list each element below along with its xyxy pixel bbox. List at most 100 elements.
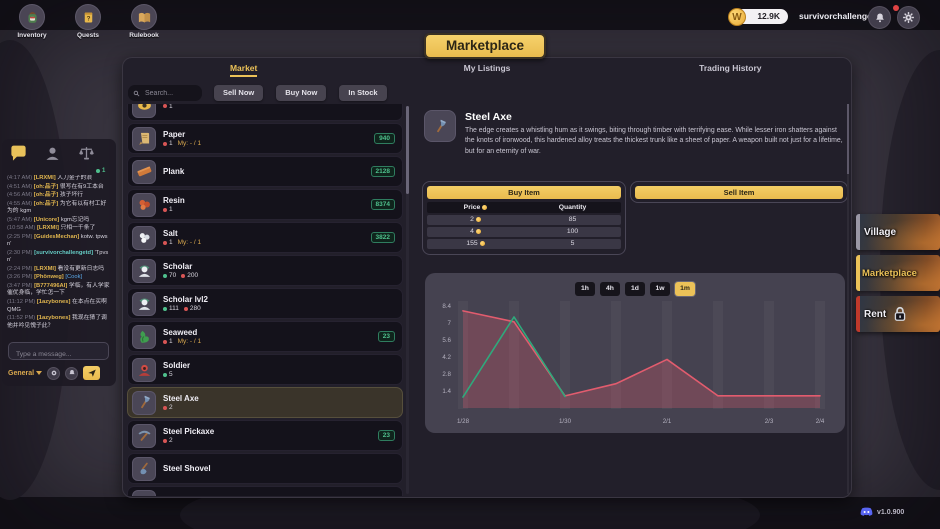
online-indicator: 1: [96, 168, 105, 174]
soldier-icon: [132, 358, 156, 382]
item-row-scholar[interactable]: Scholar70200: [127, 255, 403, 286]
paper-icon: [132, 127, 156, 151]
chat-message: (3:47 PM) [B777496AI] 学临，有人学家催优身临，学忙怎一下: [7, 283, 111, 298]
svg-text:2/1: 2/1: [663, 418, 672, 425]
item-row-steel-axe[interactable]: Steel Axe2: [127, 387, 403, 418]
search-icon: [133, 90, 140, 97]
svg-text:4.2: 4.2: [442, 354, 451, 361]
channel-selector[interactable]: General: [8, 370, 42, 377]
item-row-plank[interactable]: Plank2128: [127, 156, 403, 187]
svg-text:2.8: 2.8: [442, 371, 451, 378]
time-range-1m[interactable]: 1m: [675, 282, 695, 296]
top-nav-label: Quests: [66, 32, 110, 39]
location-nav: Village Marketplace Rent: [856, 214, 940, 337]
eye-icon: [132, 104, 156, 118]
item-name: Steel Axe: [163, 394, 395, 403]
svg-text:?: ?: [86, 15, 90, 22]
nav-label: Village: [864, 227, 896, 238]
chat-message: (11:52 PM) [1azybones] 我现在猜了调他并吟见愧子此？: [7, 315, 111, 330]
price-chart[interactable]: 1.42.84.25.678.41/281/302/12/32/4: [425, 273, 845, 433]
stock-badge: 23: [378, 430, 395, 441]
search-input[interactable]: [143, 89, 199, 98]
discord-icon: [860, 507, 873, 517]
axe-icon: [132, 391, 156, 415]
order-row[interactable]: 4100: [427, 227, 621, 237]
search-box[interactable]: [128, 85, 202, 101]
detail-scrollbar[interactable]: [847, 104, 849, 494]
item-row-salt[interactable]: Salt1My: - / 13822: [127, 222, 403, 253]
coin-icon: W: [728, 8, 746, 26]
item-name: Steel Shovel: [163, 464, 395, 473]
backpack-icon: [25, 10, 40, 25]
buy-item-button[interactable]: Buy Item: [427, 186, 621, 199]
chat-settings-button[interactable]: [47, 367, 60, 380]
chat-message: (2:25 PM) [GuidesMechan] kotw. tpwsn': [7, 234, 111, 249]
chat-mute-button[interactable]: [65, 367, 78, 380]
chat-message: (2:30 PM) [survivorchallengetd] 'Tpvsn': [7, 250, 111, 265]
nav-label: Rent: [864, 309, 886, 320]
item-name: Plank: [163, 167, 371, 176]
top-nav: Inventory? Quests Rulebook: [10, 4, 166, 39]
nav-rent-button[interactable]: Rent: [856, 296, 940, 332]
order-col-price: Price: [427, 202, 524, 213]
time-range-1h[interactable]: 1h: [575, 282, 595, 296]
item-list-scrollbar[interactable]: [406, 106, 409, 494]
chat-tab-trade[interactable]: [76, 143, 96, 163]
sell-now-button[interactable]: Sell Now: [214, 85, 263, 101]
order-row[interactable]: 1555: [427, 239, 621, 249]
chat-tab-players[interactable]: [42, 143, 62, 163]
tab-market[interactable]: Market: [122, 63, 365, 73]
chat-input[interactable]: [14, 347, 103, 363]
buy-now-button[interactable]: Buy Now: [276, 85, 326, 101]
seaweed-icon: [132, 325, 156, 349]
item-name: Salt: [163, 229, 371, 238]
item-row[interactable]: 1: [127, 104, 403, 121]
item-row-stone[interactable]: Stone44910A: [127, 486, 403, 496]
salt-icon: [132, 226, 156, 250]
notification-dot: [893, 5, 899, 11]
notifications-button[interactable]: [868, 6, 891, 29]
detail-item-icon-tile: [424, 110, 456, 142]
time-range-1d[interactable]: 1d: [625, 282, 645, 296]
chat-message: (4:55 AM) [oh:品子] 为它有以有村工好为的 kgm: [7, 201, 111, 216]
item-row-soldier[interactable]: Soldier5: [127, 354, 403, 385]
svg-text:1/28: 1/28: [457, 418, 470, 425]
nav-village-button[interactable]: Village: [856, 214, 940, 250]
game-screen: Inventory?QuestsRulebook 12.9K W survivo…: [0, 0, 940, 529]
top-nav-inventory[interactable]: Inventory: [10, 4, 54, 39]
coin-icon: [480, 241, 485, 246]
bell-icon: [874, 12, 886, 24]
stock-badge: 2128: [371, 166, 395, 177]
svg-text:8.4: 8.4: [442, 303, 451, 310]
nav-marketplace-button[interactable]: Marketplace: [856, 255, 940, 291]
time-range-buttons: 1h 4h 1d 1w 1m: [425, 282, 845, 296]
send-message-button[interactable]: [83, 366, 100, 380]
in-stock-button[interactable]: In Stock: [339, 85, 386, 101]
top-nav-quests[interactable]: ? Quests: [66, 4, 110, 39]
settings-button[interactable]: [897, 6, 920, 29]
order-row[interactable]: 285: [427, 215, 621, 225]
chat-tab-messages[interactable]: [8, 143, 28, 163]
scholar-icon: [132, 292, 156, 316]
tab-my-listings[interactable]: My Listings: [365, 63, 608, 73]
pickaxe-icon: [132, 424, 156, 448]
item-row-paper[interactable]: Paper1My: - / 1940: [127, 123, 403, 154]
item-row-steel-shovel[interactable]: Steel Shovel: [127, 453, 403, 484]
item-row-steel-pickaxe[interactable]: Steel Pickaxe223: [127, 420, 403, 451]
time-range-4h[interactable]: 4h: [600, 282, 620, 296]
item-row-seaweed[interactable]: Seaweed1My: - / 123: [127, 321, 403, 352]
order-table-body: 285 4100 1555: [427, 215, 621, 249]
tab-trading-history[interactable]: Trading History: [609, 63, 852, 73]
item-name: Paper: [163, 130, 374, 139]
top-nav-label: Rulebook: [122, 32, 166, 39]
page-title: Marketplace: [424, 33, 546, 59]
top-nav-rulebook[interactable]: Rulebook: [122, 4, 166, 39]
time-range-1w[interactable]: 1w: [650, 282, 670, 296]
stock-badge: 23: [378, 331, 395, 342]
item-row-scholar-lvl2[interactable]: Scholar lvl2111280: [127, 288, 403, 319]
caret-down-icon: [36, 371, 42, 375]
sell-item-button[interactable]: Sell Item: [635, 186, 843, 199]
item-row-resin[interactable]: Resin18374: [127, 189, 403, 220]
chat-input-box[interactable]: [8, 342, 109, 360]
top-nav-label: Inventory: [10, 32, 54, 39]
